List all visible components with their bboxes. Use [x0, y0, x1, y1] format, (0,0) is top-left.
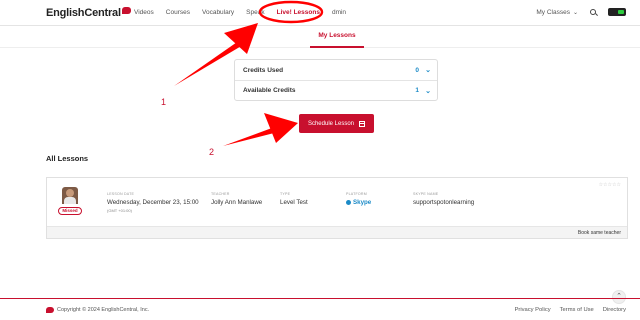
- nav-admin[interactable]: dmin: [332, 9, 346, 16]
- annotation-step-2: 2: [209, 147, 215, 157]
- type-value: Level Test: [280, 199, 308, 206]
- lesson-card-footer: Book same teacher: [47, 226, 627, 238]
- lesson-timezone: (GMT +01:00): [107, 208, 132, 213]
- platform-label: PLATFORM: [346, 192, 367, 196]
- teacher-col: TEACHER Jolly Ann Manlawe: [211, 192, 262, 206]
- credits-card: Credits Used 0 ⌄ Available Credits 1 ⌄: [234, 59, 438, 101]
- teacher-avatar: [62, 187, 78, 204]
- arrow-2: [223, 113, 298, 146]
- nav-courses[interactable]: Courses: [166, 9, 190, 16]
- footer-logo-icon: [46, 307, 54, 313]
- lesson-date-value: Wednesday, December 23, 15:00: [107, 199, 199, 206]
- teacher-value[interactable]: Jolly Ann Manlawe: [211, 199, 262, 206]
- calendar-icon: [359, 120, 366, 127]
- chevron-down-icon[interactable]: ⌄: [425, 66, 431, 74]
- tab-strip: My Lessons: [0, 26, 640, 48]
- chevron-down-icon: ⌄: [572, 9, 578, 16]
- nav-live-lessons[interactable]: Live! Lessons: [277, 9, 320, 16]
- type-col: TYPE Level Test: [280, 192, 308, 206]
- englishcentral-logo[interactable]: EnglishCentral: [46, 7, 131, 19]
- nav-vocabulary[interactable]: Vocabulary: [202, 9, 234, 16]
- credits-used-label: Credits Used: [243, 66, 284, 74]
- nav-videos[interactable]: Videos: [134, 9, 154, 16]
- lesson-card: Missed LESSON DATE Wednesday, December 2…: [46, 177, 628, 239]
- rating-stars[interactable]: ☆☆☆☆☆: [599, 182, 621, 188]
- available-credits-row[interactable]: Available Credits 1 ⌄: [235, 80, 437, 100]
- teacher-label: TEACHER: [211, 192, 230, 196]
- platform-name: Skype: [353, 199, 372, 206]
- annotation-overlay: [174, 0, 324, 146]
- terms-of-use-link[interactable]: Terms of Use: [560, 307, 594, 313]
- my-classes-dropdown[interactable]: My Classes: [536, 9, 570, 16]
- logo-text: EnglishCentral: [46, 7, 121, 19]
- book-same-teacher-link[interactable]: Book same teacher: [578, 230, 621, 236]
- footer-copyright: Copyright © 2024 EnglishCentral, Inc.: [46, 307, 149, 313]
- nav-speak[interactable]: Speak: [246, 9, 264, 16]
- schedule-lesson-button[interactable]: Schedule Lesson: [299, 114, 374, 133]
- all-lessons-heading: All Lessons: [46, 154, 89, 163]
- search-icon[interactable]: [590, 9, 596, 15]
- skype-icon: [346, 200, 351, 205]
- logo-bubble-icon: [121, 7, 131, 14]
- tab-my-lessons[interactable]: My Lessons: [310, 26, 364, 48]
- credits-used-row[interactable]: Credits Used 0 ⌄: [235, 60, 437, 80]
- lesson-date-col: LESSON DATE Wednesday, December 23, 15:0…: [107, 192, 199, 213]
- platform-col: PLATFORM Skype: [346, 192, 371, 206]
- skype-name-col: SKYPE NAME supportspotonlearning: [413, 192, 474, 206]
- available-credits-value: 1: [415, 87, 419, 94]
- schedule-lesson-label: Schedule Lesson: [307, 120, 355, 127]
- copyright-text: Copyright © 2024 EnglishCentral, Inc.: [57, 307, 150, 313]
- credits-used-value: 0: [415, 66, 419, 74]
- chevron-down-icon[interactable]: ⌄: [425, 87, 431, 95]
- skype-name-label: SKYPE NAME: [413, 192, 439, 196]
- directory-link[interactable]: Directory: [603, 307, 626, 313]
- top-navbar: EnglishCentral Videos Courses Vocabulary…: [0, 0, 640, 26]
- available-credits-label: Available Credits: [243, 87, 296, 94]
- privacy-policy-link[interactable]: Privacy Policy: [515, 307, 551, 313]
- type-label: TYPE: [280, 192, 291, 196]
- footer-links: Privacy Policy Terms of Use Directory: [506, 307, 626, 313]
- skype-name-value: supportspotonlearning: [413, 199, 475, 206]
- main-nav: Videos Courses Vocabulary Speak Live! Le…: [134, 9, 358, 16]
- platform-value: Skype: [346, 199, 371, 206]
- user-menu-button[interactable]: [608, 8, 626, 16]
- page-footer: Copyright © 2024 EnglishCentral, Inc. Pr…: [0, 298, 640, 320]
- annotation-step-1: 1: [161, 97, 167, 107]
- lesson-date-label: LESSON DATE: [107, 192, 135, 196]
- header-right: My Classes ⌄: [536, 8, 626, 16]
- status-badge: Missed: [58, 207, 82, 215]
